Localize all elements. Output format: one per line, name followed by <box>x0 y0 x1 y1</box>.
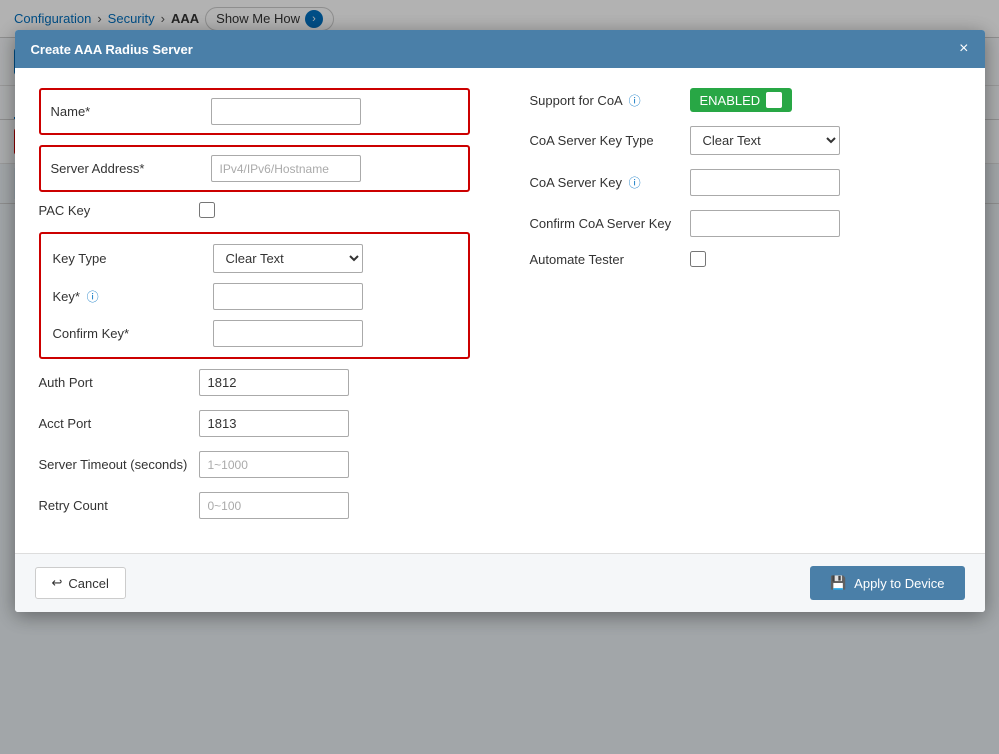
modal-overlay: Create AAA Radius Server × Name* Server … <box>0 0 999 754</box>
retry-count-input[interactable] <box>199 492 349 519</box>
acct-port-input[interactable] <box>199 410 349 437</box>
automate-tester-label: Automate Tester <box>530 252 690 267</box>
coa-server-key-type-select[interactable]: Clear Text Encrypted <box>690 126 840 155</box>
name-input[interactable] <box>211 98 361 125</box>
server-timeout-label: Server Timeout (seconds) <box>39 457 199 472</box>
modal-footer: ↩ Cancel 💾 Apply to Device <box>15 553 985 612</box>
key-label: Key* ⓘ <box>53 288 213 305</box>
cancel-button[interactable]: ↩ Cancel <box>35 567 126 599</box>
auth-port-label: Auth Port <box>39 375 199 390</box>
cancel-icon: ↩ <box>52 575 63 591</box>
modal-body: Name* Server Address* PAC Key <box>15 68 985 553</box>
support-coa-info-icon[interactable]: ⓘ <box>629 94 641 108</box>
name-label: Name* <box>51 104 211 119</box>
coa-server-key-info-icon[interactable]: ⓘ <box>629 176 641 190</box>
retry-count-label: Retry Count <box>39 498 199 513</box>
server-address-input[interactable] <box>211 155 361 182</box>
support-coa-label: Support for CoA ⓘ <box>530 92 690 109</box>
server-timeout-input[interactable] <box>199 451 349 478</box>
support-coa-toggle[interactable]: ENABLED <box>690 88 793 112</box>
modal-title: Create AAA Radius Server <box>31 42 193 57</box>
apply-to-device-button[interactable]: 💾 Apply to Device <box>810 566 965 600</box>
key-input[interactable] <box>213 283 363 310</box>
automate-tester-checkbox[interactable] <box>690 251 706 267</box>
pac-key-label: PAC Key <box>39 203 199 218</box>
server-address-label: Server Address* <box>51 161 211 176</box>
apply-icon: 💾 <box>830 575 846 591</box>
pac-key-checkbox[interactable] <box>199 202 215 218</box>
left-column: Name* Server Address* PAC Key <box>39 88 470 533</box>
confirm-coa-server-key-label: Confirm CoA Server Key <box>530 216 690 231</box>
modal-close-button[interactable]: × <box>959 40 968 58</box>
confirm-key-input[interactable] <box>213 320 363 347</box>
confirm-coa-server-key-input[interactable] <box>690 210 840 237</box>
coa-server-key-type-label: CoA Server Key Type <box>530 133 690 148</box>
confirm-key-label: Confirm Key* <box>53 326 213 341</box>
toggle-indicator <box>766 92 782 108</box>
modal-header: Create AAA Radius Server × <box>15 30 985 68</box>
key-type-select[interactable]: Clear Text Encrypted <box>213 244 363 273</box>
coa-server-key-label: CoA Server Key ⓘ <box>530 174 690 191</box>
coa-server-key-input[interactable] <box>690 169 840 196</box>
create-aaa-radius-modal: Create AAA Radius Server × Name* Server … <box>15 30 985 612</box>
acct-port-label: Acct Port <box>39 416 199 431</box>
key-info-icon[interactable]: ⓘ <box>87 290 99 304</box>
right-column: Support for CoA ⓘ ENABLED CoA Server Key… <box>530 88 961 533</box>
key-type-label: Key Type <box>53 251 213 266</box>
auth-port-input[interactable] <box>199 369 349 396</box>
